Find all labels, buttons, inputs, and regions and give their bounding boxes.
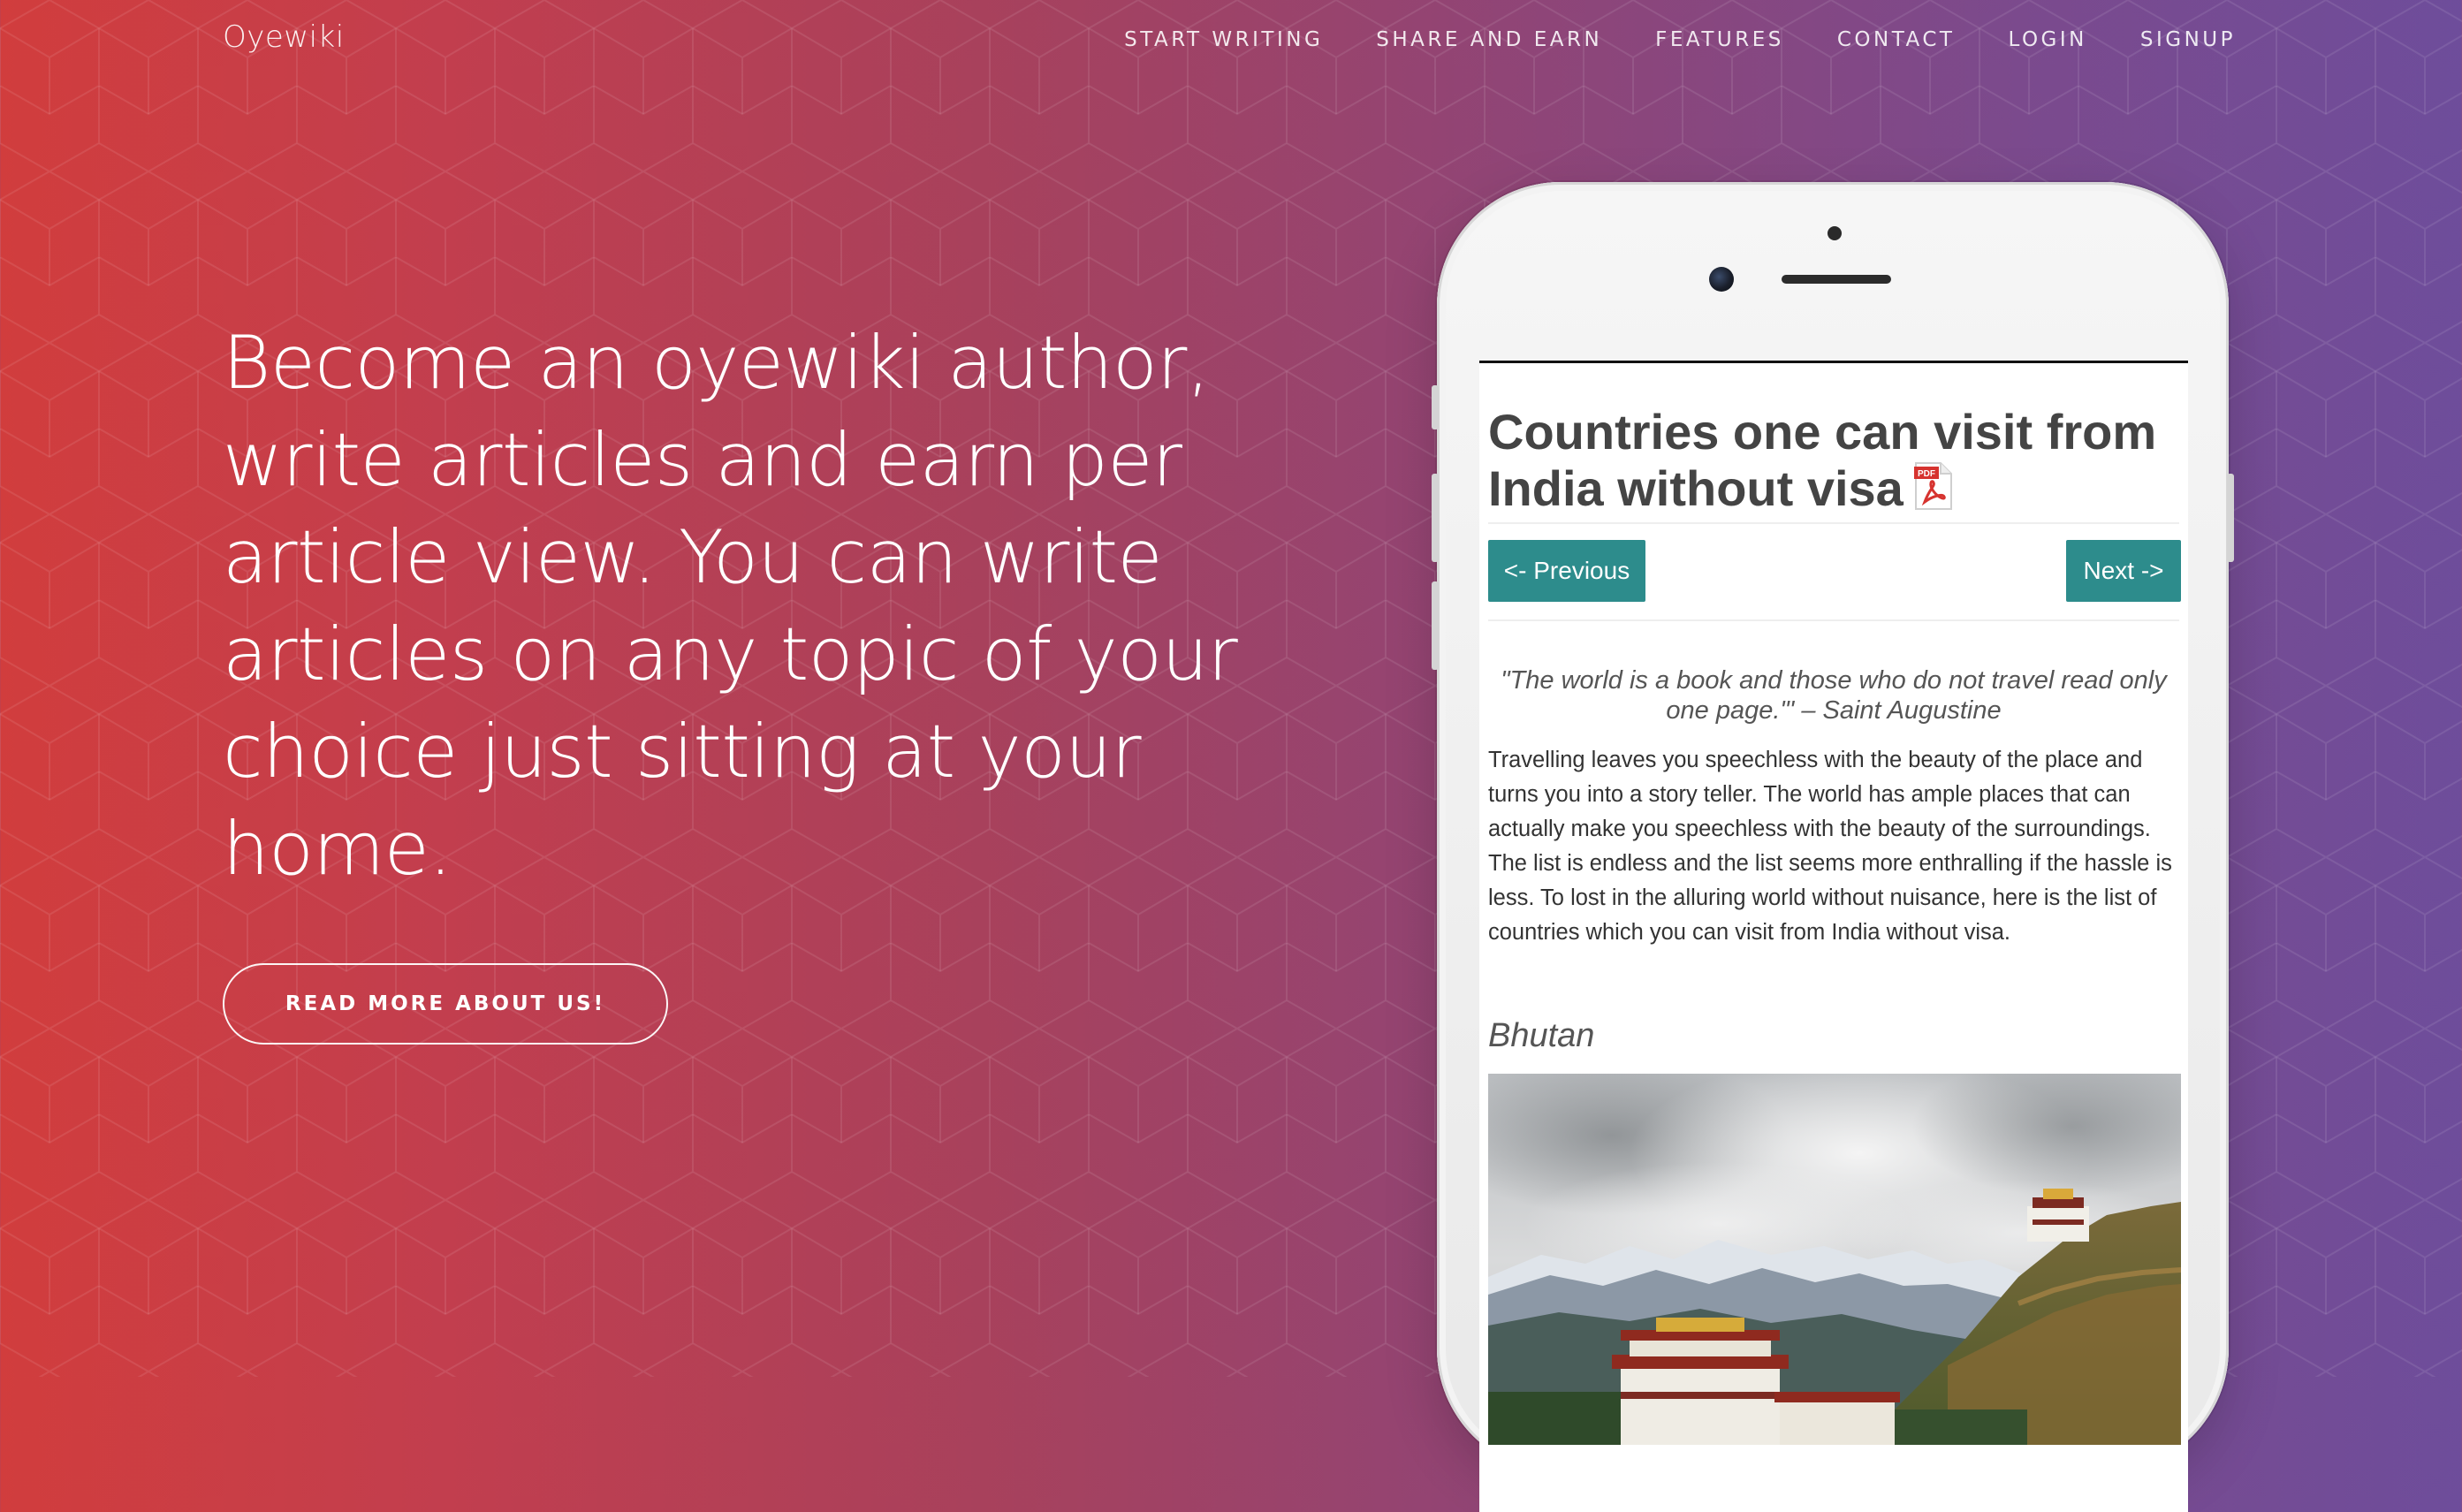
article-title: Countries one can visit from India witho… — [1488, 404, 2177, 517]
nav-link-signup[interactable]: SIGNUP — [2140, 28, 2236, 51]
phone-power-button — [2227, 474, 2234, 562]
previous-article-button[interactable]: <- Previous — [1488, 540, 1645, 602]
nav-link-start-writing[interactable]: START WRITING — [1124, 28, 1323, 51]
bhutan-landscape-photo — [1488, 1074, 2181, 1445]
nav-link-contact[interactable]: CONTACT — [1837, 28, 1956, 51]
hero-section: Become an oyewiki author, write articles… — [223, 315, 1301, 898]
phone-mockup: Countries one can visit from India witho… — [1432, 182, 2234, 1512]
section-heading-bhutan: Bhutan — [1488, 1017, 1595, 1054]
phone-mute-switch — [1432, 385, 1439, 429]
top-navbar: Oyewiki START WRITING SHARE AND EARN FEA… — [0, 0, 2462, 85]
read-more-button[interactable]: READ MORE ABOUT US! — [223, 963, 668, 1045]
nav-link-features[interactable]: FEATURES — [1655, 28, 1784, 51]
phone-volume-up-button — [1432, 474, 1439, 562]
brand-logo-link[interactable]: Oyewiki — [223, 19, 345, 55]
title-divider — [1488, 522, 2179, 524]
buttons-divider — [1488, 619, 2179, 621]
hero-heading: Become an oyewiki author, write articles… — [223, 320, 1238, 892]
article-title-text: Countries one can visit from India witho… — [1488, 404, 2157, 516]
article-body: Travelling leaves you speechless with th… — [1488, 748, 2172, 945]
phone-front-camera — [1709, 267, 1734, 292]
phone-screen: Countries one can visit from India witho… — [1479, 361, 2188, 1512]
article-quote: "The world is a book and those who do no… — [1501, 666, 2167, 725]
nav-links: START WRITING SHARE AND EARN FEATURES CO… — [1124, 28, 2236, 51]
nav-link-share-and-earn[interactable]: SHARE AND EARN — [1376, 28, 1602, 51]
phone-sensor — [1828, 226, 1842, 240]
phone-speaker — [1782, 275, 1891, 284]
pdf-icon-label: PDF — [1918, 469, 1935, 479]
nav-link-login[interactable]: LOGIN — [2008, 28, 2086, 51]
phone-volume-down-button — [1432, 581, 1439, 670]
next-article-button[interactable]: Next -> — [2066, 540, 2181, 602]
pdf-download-icon[interactable]: PDF — [1912, 461, 1955, 511]
